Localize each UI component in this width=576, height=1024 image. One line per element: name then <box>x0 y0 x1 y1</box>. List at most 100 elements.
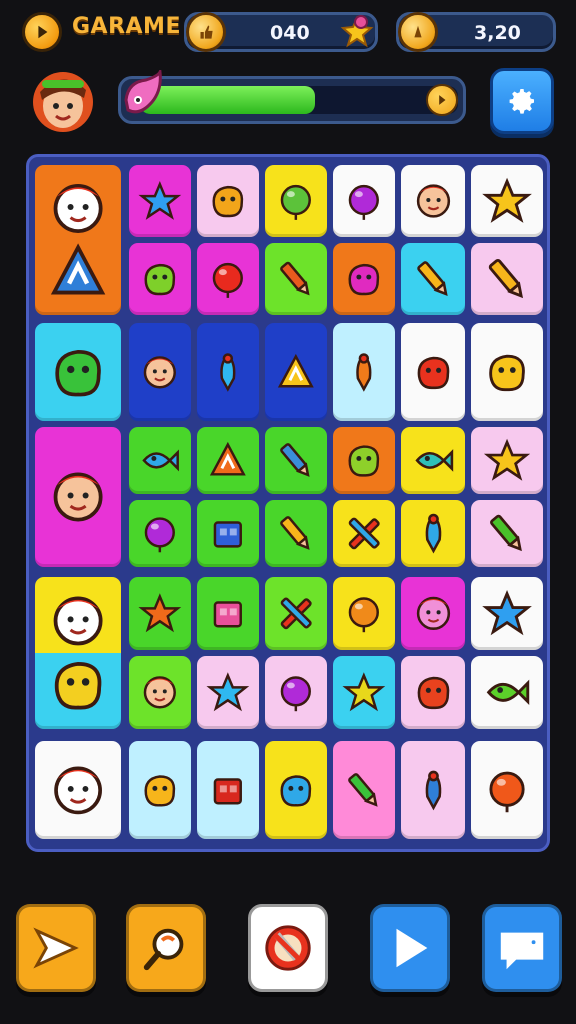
yellow-chick-icon <box>144 774 176 807</box>
purple-ball-icon <box>348 184 380 220</box>
tile-green-fish-icon[interactable] <box>471 656 543 729</box>
tile-yellow-chick-icon[interactable] <box>471 323 543 421</box>
search-button[interactable] <box>126 904 206 992</box>
tile-girl-face-icon[interactable] <box>401 165 465 237</box>
tile-green-robot-icon[interactable] <box>129 243 191 315</box>
orange-carrot-icon <box>348 597 380 633</box>
play-icon <box>396 928 428 968</box>
tile-lollipop-icon[interactable] <box>129 500 191 567</box>
tile-snowman-icon[interactable] <box>35 165 121 315</box>
chat-icon <box>500 932 544 970</box>
green-cactus-icon <box>348 772 378 807</box>
tile-cross-pencils-icon[interactable] <box>333 500 395 567</box>
tile-orange-hat-icon[interactable] <box>197 427 259 494</box>
tile-carrot-snowman-icon[interactable] <box>35 577 121 729</box>
clear-button[interactable] <box>248 904 328 992</box>
tile-boy-face-icon[interactable] <box>129 323 191 421</box>
pencil-icon <box>280 516 310 550</box>
tile-orange-blob-icon[interactable] <box>197 165 259 237</box>
tile-rocket-icon[interactable] <box>333 323 395 421</box>
tile-purple-ball-icon[interactable] <box>265 656 327 729</box>
green-creature-icon <box>348 445 380 477</box>
gold-star-icon <box>482 177 532 223</box>
tile-blue-pin-icon[interactable] <box>401 500 465 567</box>
tile-yellow-hat-icon[interactable] <box>265 323 327 421</box>
tile-red-pinecone-icon[interactable] <box>197 741 259 839</box>
cat-face-icon <box>143 676 177 709</box>
carrot-snowman-icon <box>53 596 103 646</box>
settings-button[interactable] <box>490 68 554 134</box>
tile-yellow-bug-icon[interactable] <box>333 656 395 729</box>
tile-orange-balloon-icon[interactable] <box>471 741 543 839</box>
teal-fish-icon <box>414 449 453 472</box>
tile-green-pencil-icon[interactable] <box>471 500 543 567</box>
green-fish-icon <box>486 679 530 706</box>
tile-blue-star-creature-icon[interactable] <box>129 165 191 237</box>
tile-gold-star-icon[interactable] <box>471 427 543 494</box>
tile-green-cactus-icon[interactable] <box>333 741 395 839</box>
tile-blue-rocket-icon[interactable] <box>401 741 465 839</box>
tile-pencil-icon[interactable] <box>265 243 327 315</box>
tile-bowling-pin-icon[interactable] <box>197 323 259 421</box>
pencil-icon <box>280 443 310 477</box>
tile-snowman-crown-icon[interactable] <box>35 741 121 839</box>
tile-magenta-blob-icon[interactable] <box>333 243 395 315</box>
green-ball-icon <box>280 184 312 220</box>
tile-cross-pencils-icon[interactable] <box>265 577 327 650</box>
tile-green-creature-icon[interactable] <box>333 427 395 494</box>
pencil-icon <box>280 261 310 296</box>
tile-pencil-icon[interactable] <box>265 500 327 567</box>
tile-boy-character-icon[interactable] <box>35 427 121 567</box>
snowman-icon <box>53 184 103 233</box>
tile-blue-box-icon[interactable] <box>197 500 259 567</box>
tile-blue-ghost-icon[interactable] <box>265 741 327 839</box>
tile-cat-face-icon[interactable] <box>129 656 191 729</box>
green-monster-icon <box>55 349 101 396</box>
rocket-icon <box>356 352 372 392</box>
tile-purple-ball-icon[interactable] <box>333 165 395 237</box>
level-progress-bar <box>140 86 458 114</box>
tile-teal-fish-icon[interactable] <box>401 427 465 494</box>
progress-next-button[interactable] <box>426 84 458 116</box>
tile-red-bird-icon[interactable] <box>401 656 465 729</box>
bowling-pin-icon <box>220 352 236 392</box>
blue-pin-icon <box>425 513 441 554</box>
pencil-icon <box>488 258 523 299</box>
chat-button[interactable] <box>482 904 562 992</box>
boy-face-icon <box>143 355 177 389</box>
tile-pink-house-icon[interactable] <box>197 577 259 650</box>
game-board <box>26 154 550 852</box>
gold-star-icon <box>483 438 531 481</box>
tile-orange-splat-icon[interactable] <box>129 577 191 650</box>
play-icon-button[interactable] <box>22 12 62 52</box>
orange-blob-icon <box>212 185 244 218</box>
magnifier-icon <box>143 928 184 971</box>
tile-gold-star-icon[interactable] <box>471 165 543 237</box>
blue-fish-icon <box>142 449 180 472</box>
tile-blue-flower-icon[interactable] <box>471 577 543 650</box>
tile-red-creature-icon[interactable] <box>401 323 465 421</box>
tile-blue-fish-icon[interactable] <box>129 427 191 494</box>
road-sign-icon <box>50 243 106 295</box>
tile-green-ball-icon[interactable] <box>265 165 327 237</box>
tile-green-monster-icon[interactable] <box>35 323 121 421</box>
tile-blue-cog-icon[interactable] <box>197 656 259 729</box>
orange-splat-icon <box>138 593 182 633</box>
yellow-creature-icon <box>54 661 102 710</box>
tile-pencil-icon[interactable] <box>401 243 465 315</box>
blue-box-icon <box>213 521 243 548</box>
blue-star-creature-icon <box>138 180 182 220</box>
send-button[interactable] <box>16 904 96 992</box>
game-title: GARAME <box>72 14 181 39</box>
tile-pencil-icon[interactable] <box>265 427 327 494</box>
tile-red-balloon-icon[interactable] <box>197 243 259 315</box>
green-robot-icon <box>144 263 176 296</box>
tile-yellow-chick-icon[interactable] <box>129 741 191 839</box>
tile-pencil-icon[interactable] <box>471 243 543 315</box>
cross-pencils-icon <box>348 517 380 550</box>
player-avatar[interactable] <box>26 62 100 138</box>
cross-pencils-icon <box>280 597 312 630</box>
play-button[interactable] <box>370 904 450 992</box>
tile-orange-carrot-icon[interactable] <box>333 577 395 650</box>
tile-pink-bear-icon[interactable] <box>401 577 465 650</box>
